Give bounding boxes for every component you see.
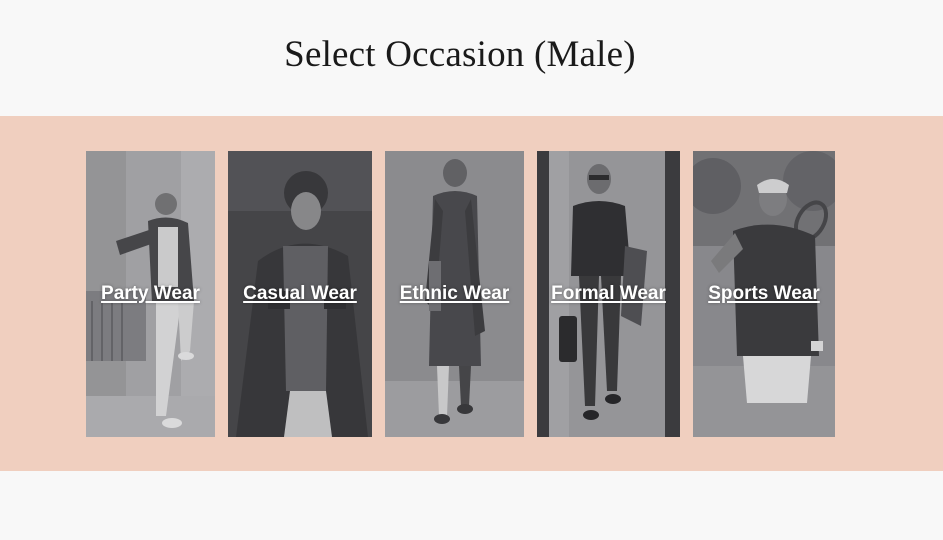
occasion-label-ethnic-wear[interactable]: Ethnic Wear [385,283,524,305]
occasion-label-party-wear[interactable]: Party Wear [86,283,215,305]
occasion-card-party-wear[interactable]: Party Wear [86,151,215,437]
occasion-label-sports-wear[interactable]: Sports Wear [693,283,835,305]
occasion-label-casual-wear[interactable]: Casual Wear [228,283,372,305]
occasion-card-casual-wear[interactable]: Casual Wear [228,151,372,437]
occasion-label-formal-wear[interactable]: Formal Wear [537,283,680,305]
occasion-card-ethnic-wear[interactable]: Ethnic Wear [385,151,524,437]
page-title: Select Occasion (Male) [284,34,636,75]
occasion-band: Party Wear Casual Wear Ethnic Wear Forma… [0,116,943,471]
occasion-card-formal-wear[interactable]: Formal Wear [537,151,680,437]
occasion-card-sports-wear[interactable]: Sports Wear [693,151,835,437]
